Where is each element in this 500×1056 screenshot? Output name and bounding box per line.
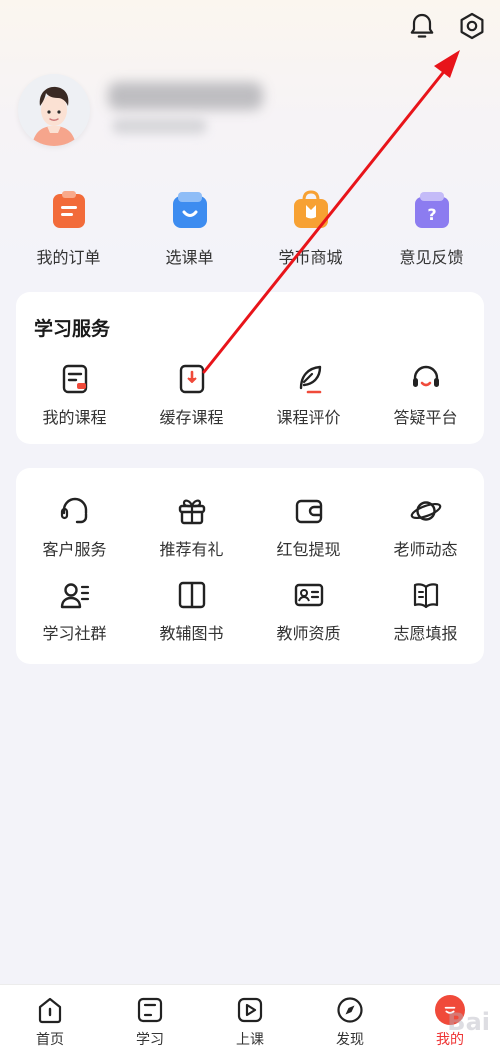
- quick-label-orders: 我的订单: [36, 248, 101, 267]
- qa-platform-button[interactable]: 答疑平台: [367, 362, 484, 428]
- study-icon: [135, 995, 165, 1025]
- course-bag-icon: [170, 190, 210, 230]
- play-icon: [235, 995, 265, 1025]
- settings-gear-icon[interactable]: [456, 10, 488, 42]
- gift-icon: [175, 494, 209, 528]
- more-services-row-2: 学习社群 教辅图书 教师资质 志愿填报: [16, 578, 484, 644]
- tab-home-label: 首页: [36, 1032, 64, 1048]
- shop-bag-icon: [291, 190, 331, 230]
- label-study-books: 教辅图书: [159, 624, 224, 643]
- id-card-icon: [292, 578, 326, 612]
- more-services-card: 客户服务 推荐有礼 红包提现 老师动态 学习社群 教辅图书 教师资质 志愿填报: [16, 468, 484, 664]
- tab-discover-label: 发现: [336, 1032, 364, 1048]
- label-course-review: 课程评价: [276, 408, 341, 427]
- open-book-icon: [409, 578, 443, 612]
- my-course-icon: [58, 362, 92, 396]
- bottom-tab-bar: 首页 学习 上课 发现 我的 Bai: [0, 984, 500, 1056]
- label-my-courses: 我的课程: [42, 408, 107, 427]
- tab-study[interactable]: 学习: [100, 985, 200, 1056]
- order-icon: [49, 190, 89, 230]
- label-qa-platform: 答疑平台: [393, 408, 458, 427]
- quick-actions: 我的订单 选课单 学币商城 ? 意见反馈: [8, 190, 492, 270]
- tab-home[interactable]: 首页: [0, 985, 100, 1056]
- red-packet-withdraw-button[interactable]: 红包提现: [250, 494, 367, 560]
- my-courses-button[interactable]: 我的课程: [16, 362, 133, 428]
- label-red-packet: 红包提现: [276, 540, 341, 559]
- label-college-application: 志愿填报: [393, 624, 458, 643]
- quick-label-shop: 学币商城: [278, 248, 343, 267]
- study-books-button[interactable]: 教辅图书: [133, 578, 250, 644]
- tab-class[interactable]: 上课: [200, 985, 300, 1056]
- compass-icon: [335, 995, 365, 1025]
- teacher-news-button[interactable]: 老师动态: [367, 494, 484, 560]
- customer-service-icon: [58, 494, 92, 528]
- cached-courses-button[interactable]: 缓存课程: [133, 362, 250, 428]
- study-services-title: 学习服务: [34, 318, 111, 340]
- course-review-button[interactable]: 课程评价: [250, 362, 367, 428]
- planet-icon: [409, 494, 443, 528]
- college-application-button[interactable]: 志愿填报: [367, 578, 484, 644]
- community-icon: [58, 578, 92, 612]
- study-community-button[interactable]: 学习社群: [16, 578, 133, 644]
- book-icon: [175, 578, 209, 612]
- feedback-button[interactable]: ? 意见反馈: [371, 190, 492, 270]
- quick-label-feedback: 意见反馈: [399, 248, 464, 267]
- blurred-username: [108, 82, 263, 110]
- label-study-community: 学习社群: [42, 624, 107, 643]
- teacher-qualification-button[interactable]: 教师资质: [250, 578, 367, 644]
- course-list-button[interactable]: 选课单: [129, 190, 250, 270]
- label-cached-courses: 缓存课程: [159, 408, 224, 427]
- study-services-card: 学习服务 我的课程 缓存课程 课程评价 答疑平台: [16, 292, 484, 444]
- my-orders-button[interactable]: 我的订单: [8, 190, 129, 270]
- avatar[interactable]: [18, 74, 90, 146]
- home-icon: [35, 995, 65, 1025]
- top-bar: [0, 0, 500, 55]
- label-teacher-qualification: 教师资质: [276, 624, 341, 643]
- customer-service-button[interactable]: 客户服务: [16, 494, 133, 560]
- watermark: Bai: [447, 1008, 490, 1036]
- tab-discover[interactable]: 发现: [300, 985, 400, 1056]
- referral-gift-button[interactable]: 推荐有礼: [133, 494, 250, 560]
- feather-review-icon: [292, 362, 326, 396]
- more-services-row-1: 客户服务 推荐有礼 红包提现 老师动态: [16, 494, 484, 560]
- label-referral-gift: 推荐有礼: [159, 540, 224, 559]
- download-course-icon: [175, 362, 209, 396]
- bell-icon[interactable]: [406, 10, 438, 42]
- coin-shop-button[interactable]: 学币商城: [250, 190, 371, 270]
- svg-text:?: ?: [427, 205, 436, 224]
- label-customer-service: 客户服务: [42, 540, 107, 559]
- quick-label-course-list: 选课单: [165, 248, 214, 267]
- tab-class-label: 上课: [236, 1032, 264, 1048]
- feedback-icon: ?: [412, 190, 452, 230]
- label-teacher-news: 老师动态: [393, 540, 458, 559]
- profile-section[interactable]: [16, 70, 484, 150]
- blurred-user-info: [112, 118, 207, 134]
- wallet-icon: [292, 494, 326, 528]
- tab-study-label: 学习: [136, 1032, 164, 1048]
- headset-qa-icon: [409, 362, 443, 396]
- study-services-grid: 我的课程 缓存课程 课程评价 答疑平台: [16, 362, 484, 428]
